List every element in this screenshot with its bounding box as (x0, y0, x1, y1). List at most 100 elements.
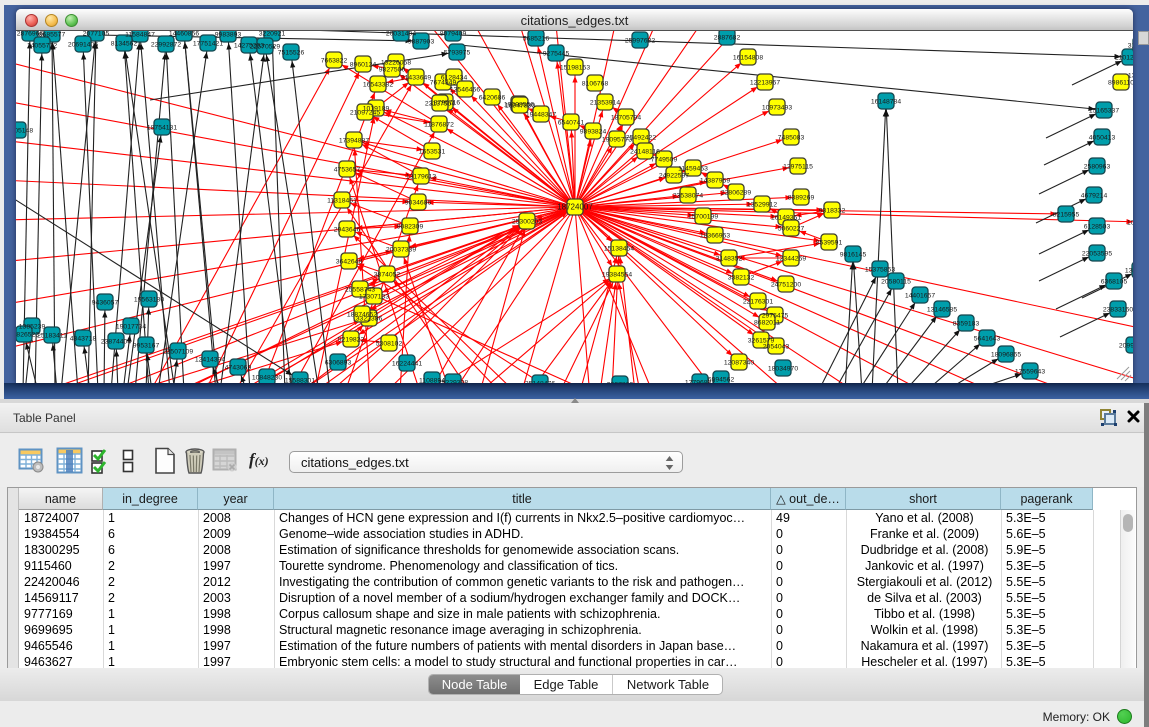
svg-text:15700199: 15700199 (688, 213, 718, 220)
svg-text:4743069: 4743069 (225, 364, 252, 371)
svg-text:16224441: 16224441 (392, 360, 422, 367)
svg-text:18874652: 18874652 (347, 311, 377, 318)
svg-text:4050413: 4050413 (1089, 134, 1116, 141)
svg-text:5060227: 5060227 (778, 225, 805, 232)
svg-text:15375853: 15375853 (865, 266, 895, 273)
svg-text:25300203: 25300203 (512, 218, 542, 225)
svg-text:12414394: 12414394 (195, 356, 225, 363)
svg-text:12087340: 12087340 (724, 359, 754, 366)
svg-text:4753657: 4753657 (334, 166, 361, 173)
svg-text:4679214: 4679214 (1081, 192, 1108, 199)
svg-text:15588301: 15588301 (285, 377, 315, 383)
svg-text:5641643: 5641643 (974, 335, 1001, 342)
svg-text:18034970: 18034970 (768, 365, 798, 372)
svg-text:25183411: 25183411 (37, 332, 67, 339)
svg-text:8134562: 8134562 (111, 40, 138, 47)
svg-text:10973493: 10973493 (762, 104, 792, 111)
svg-text:2077105: 2077105 (83, 31, 110, 37)
svg-text:3148352: 3148352 (716, 255, 743, 262)
svg-text:2054043: 2054043 (763, 343, 790, 350)
svg-text:13546466: 13546466 (450, 86, 480, 93)
svg-text:19017734: 19017734 (116, 323, 146, 330)
svg-text:21353914: 21353914 (590, 99, 620, 106)
svg-text:22176301: 22176301 (743, 298, 773, 305)
svg-text:7663822: 7663822 (321, 57, 348, 64)
svg-text:2943646: 2943646 (334, 226, 361, 233)
svg-text:18754131: 18754131 (147, 124, 177, 131)
svg-text:25558743: 25558743 (345, 286, 375, 293)
svg-text:9816145: 9816145 (840, 251, 867, 258)
svg-text:9082309: 9082309 (397, 223, 424, 230)
svg-text:14055712: 14055712 (27, 42, 57, 49)
svg-text:6994562: 6994562 (708, 376, 735, 383)
svg-text:6368105: 6368105 (1101, 278, 1128, 285)
svg-text:15138454: 15138454 (604, 245, 634, 252)
svg-text:24148116: 24148116 (630, 148, 660, 155)
svg-text:10344146: 10344146 (1127, 219, 1133, 226)
svg-text:6420686: 6420686 (479, 94, 506, 101)
svg-text:16543382: 16543382 (363, 81, 393, 88)
svg-text:8685577: 8685577 (39, 31, 66, 38)
svg-text:1653531: 1653531 (419, 148, 446, 155)
svg-text:1385239: 1385239 (19, 323, 46, 330)
svg-text:15165337: 15165337 (1089, 107, 1119, 114)
svg-text:8682011: 8682011 (754, 319, 780, 326)
svg-text:8986110: 8986110 (1108, 79, 1133, 86)
svg-text:22992872: 22992872 (151, 41, 181, 48)
svg-text:20580115: 20580115 (881, 278, 911, 285)
svg-text:14401657: 14401657 (905, 292, 935, 299)
svg-text:9837869: 9837869 (607, 381, 634, 383)
svg-text:6128503: 6128503 (1084, 223, 1111, 230)
svg-text:11459463: 11459463 (678, 165, 708, 172)
svg-text:8359183: 8359183 (953, 320, 980, 327)
svg-text:3220921: 3220921 (259, 31, 286, 37)
svg-text:22507109: 22507109 (163, 348, 193, 355)
svg-text:8079409: 8079409 (440, 31, 467, 37)
svg-text:8106768: 8106768 (582, 80, 609, 87)
svg-text:6540741: 6540741 (558, 119, 585, 126)
svg-text:2887682: 2887682 (714, 34, 741, 41)
svg-text:18705794: 18705794 (611, 114, 641, 121)
svg-text:17307133: 17307133 (359, 293, 389, 300)
svg-text:7749509: 7749509 (651, 156, 678, 163)
svg-text:17559643: 17559643 (1015, 368, 1045, 375)
svg-text:10848230: 10848230 (252, 374, 282, 381)
svg-text:7485083: 7485083 (778, 134, 805, 141)
svg-text:20691406: 20691406 (68, 41, 98, 48)
svg-text:9436057: 9436057 (92, 299, 119, 306)
svg-text:7515526: 7515526 (278, 49, 305, 56)
svg-text:23874404: 23874404 (101, 338, 131, 345)
svg-text:17751421: 17751421 (193, 40, 223, 47)
svg-text:3874052: 3874052 (374, 271, 401, 278)
svg-text:13529912: 13529912 (747, 201, 777, 208)
svg-text:11584847: 11584847 (125, 31, 155, 38)
svg-text:3642648: 3642648 (336, 258, 363, 265)
svg-text:19563180: 19563180 (134, 296, 164, 303)
svg-text:3131636: 3131636 (1128, 42, 1133, 49)
svg-text:9893824: 9893824 (580, 128, 607, 135)
svg-text:22053595: 22053595 (1082, 250, 1112, 257)
svg-text:25148476: 25148476 (525, 380, 555, 383)
svg-text:9983893: 9983893 (215, 31, 242, 38)
svg-text:3382132: 3382132 (728, 274, 755, 281)
svg-text:5685216: 5685216 (523, 35, 550, 42)
svg-text:19384554: 19384554 (602, 271, 632, 278)
svg-text:18724007: 18724007 (557, 203, 593, 212)
svg-text:8539591: 8539591 (816, 239, 843, 246)
svg-text:8389269: 8389269 (788, 194, 815, 201)
svg-text:13805018: 13805018 (1125, 267, 1133, 274)
svg-text:21433649: 21433649 (401, 74, 431, 81)
svg-text:16705148: 16705148 (16, 127, 33, 134)
svg-text:25492422: 25492422 (626, 134, 656, 141)
svg-text:24922597: 24922597 (659, 172, 689, 179)
svg-text:12213967: 12213967 (750, 79, 780, 86)
svg-text:16148784: 16148784 (871, 98, 901, 105)
svg-text:20994697: 20994697 (1119, 342, 1133, 349)
svg-text:22806289: 22806289 (721, 189, 751, 196)
svg-text:13910648: 13910648 (1128, 72, 1133, 79)
svg-text:6306893: 6306893 (325, 359, 352, 366)
svg-text:13179613: 13179613 (406, 173, 436, 180)
svg-text:4843718: 4843718 (70, 335, 97, 342)
svg-text:11318461: 11318461 (327, 197, 357, 204)
svg-text:2975475: 2975475 (762, 312, 789, 319)
